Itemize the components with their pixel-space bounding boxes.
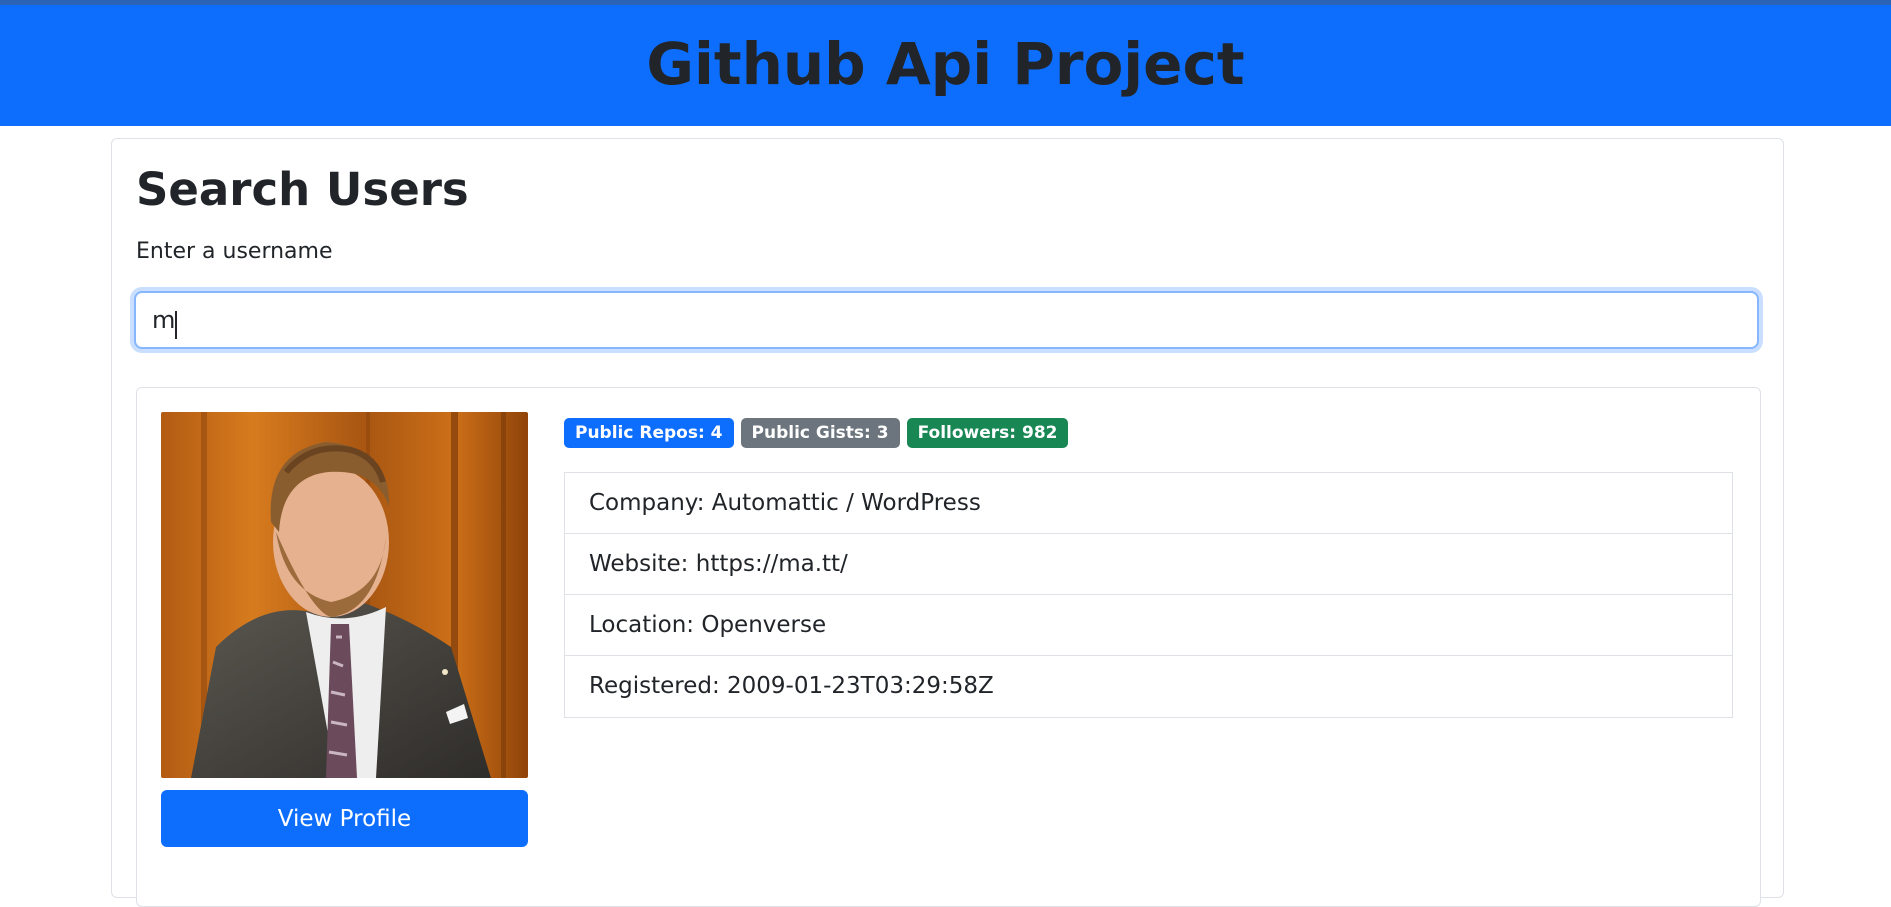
search-card: Search Users Enter a username m View Pro… bbox=[111, 138, 1784, 907]
username-search-input[interactable] bbox=[134, 291, 1759, 349]
view-profile-button[interactable]: View Profile bbox=[161, 790, 528, 847]
user-details-list: Company: Automattic / WordPress Website:… bbox=[564, 472, 1733, 718]
user-avatar bbox=[161, 412, 528, 778]
public-repos-badge: Public Repos: 4 bbox=[564, 418, 734, 448]
registered-item: Registered: 2009-01-23T03:29:58Z bbox=[589, 673, 994, 699]
followers-badge: Followers: 982 bbox=[906, 418, 1069, 448]
company-item: Company: Automattic / WordPress bbox=[565, 473, 1732, 534]
profile-card: View Profile Public Repos: 4 Public Gist… bbox=[136, 387, 1761, 907]
search-title: Search Users bbox=[136, 163, 469, 216]
app-title: Github Api Project bbox=[646, 29, 1245, 98]
text-cursor bbox=[175, 311, 177, 339]
navbar: Github Api Project bbox=[0, 5, 1891, 126]
avatar-photo-image bbox=[161, 412, 528, 778]
public-gists-badge: Public Gists: 3 bbox=[740, 418, 900, 448]
stats-badges: Public Repos: 4 Public Gists: 3 Follower… bbox=[564, 418, 1069, 448]
location-item: Location: Openverse bbox=[565, 595, 1732, 656]
website-item: Website: https://ma.tt/ bbox=[565, 534, 1732, 595]
search-label: Enter a username bbox=[136, 239, 333, 264]
